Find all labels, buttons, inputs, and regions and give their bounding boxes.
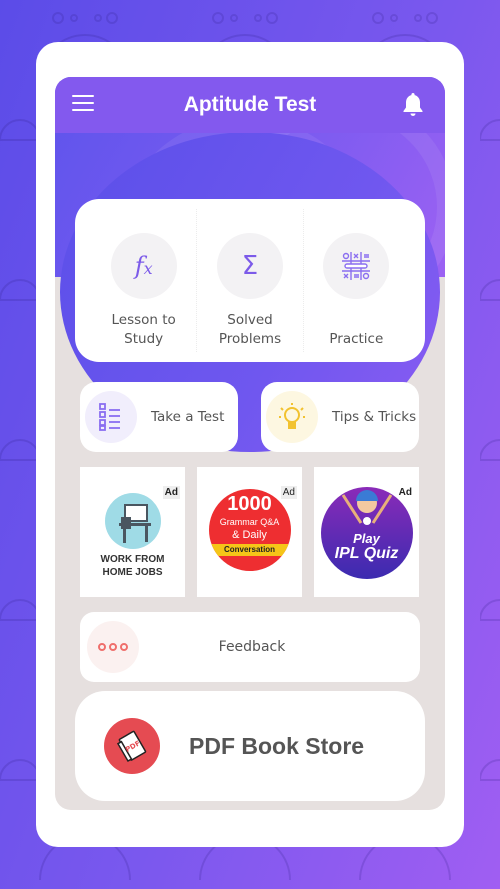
- tips-and-tricks-button[interactable]: Tips & Tricks: [261, 382, 419, 452]
- app-header: Aptitude Test: [55, 77, 445, 133]
- pdf-book-icon: PDF: [104, 718, 160, 774]
- ad-grammar[interactable]: Ad 1000 Grammar Q&A & Daily Conversation: [197, 467, 302, 597]
- ad-text: HOME JOBS: [102, 567, 163, 578]
- ipl-ad-graphic: Play IPL Quiz: [320, 487, 413, 579]
- more-dots-icon: [87, 621, 139, 673]
- sigma-icon: Σ: [216, 233, 283, 299]
- button-label: Tips & Tricks: [332, 409, 417, 425]
- desk-illustration-icon: [104, 493, 161, 549]
- ad-text: WORK FROM: [100, 554, 165, 565]
- tile-solved-problems[interactable]: Σ Solved Problems: [197, 209, 304, 352]
- ad-ipl-quiz[interactable]: Ad Play IPL Quiz: [314, 467, 419, 597]
- take-a-test-button[interactable]: Take a Test: [80, 382, 238, 452]
- bell-icon[interactable]: [401, 91, 425, 117]
- checklist-icon: [85, 391, 137, 443]
- feedback-button[interactable]: Feedback: [80, 612, 420, 682]
- function-fx-icon: fx: [110, 233, 177, 299]
- app-screen: Aptitude Test fx Lesson to Study Σ Solve…: [55, 77, 445, 810]
- ad-text: Play: [353, 531, 380, 546]
- grammar-ad-graphic: 1000 Grammar Q&A & Daily Conversation: [208, 489, 291, 571]
- button-label: Take a Test: [151, 409, 225, 425]
- ad-text: IPL Quiz: [334, 545, 399, 562]
- lightbulb-icon: [266, 391, 318, 443]
- tile-label: Lesson to Study: [111, 312, 176, 347]
- tile-label: Practice: [329, 331, 384, 347]
- ad-text: Conversation: [223, 545, 276, 554]
- ad-work-from-home[interactable]: Ad WORK FROM HOME JOBS: [80, 467, 185, 597]
- tile-label: Solved Problems: [218, 312, 282, 347]
- feedback-label: Feedback: [218, 639, 286, 655]
- tile-lesson-to-study[interactable]: fx Lesson to Study: [91, 209, 198, 352]
- main-tiles-card: fx Lesson to Study Σ Solved Problems Pra…: [75, 199, 425, 362]
- pdf-store-label: PDF Book Store: [189, 732, 365, 759]
- ad-text: Grammar Q&A: [219, 517, 280, 527]
- tic-tac-toe-pencil-icon: [323, 233, 390, 299]
- ad-number: 1000: [227, 493, 272, 515]
- ad-text: & Daily: [232, 529, 267, 541]
- ad-badge: Ad: [162, 486, 180, 499]
- page-title: Aptitude Test: [183, 93, 317, 116]
- tile-practice[interactable]: Practice: [304, 209, 409, 352]
- hamburger-menu-icon[interactable]: [72, 95, 94, 113]
- pdf-book-store-button[interactable]: PDF PDF Book Store: [75, 691, 425, 801]
